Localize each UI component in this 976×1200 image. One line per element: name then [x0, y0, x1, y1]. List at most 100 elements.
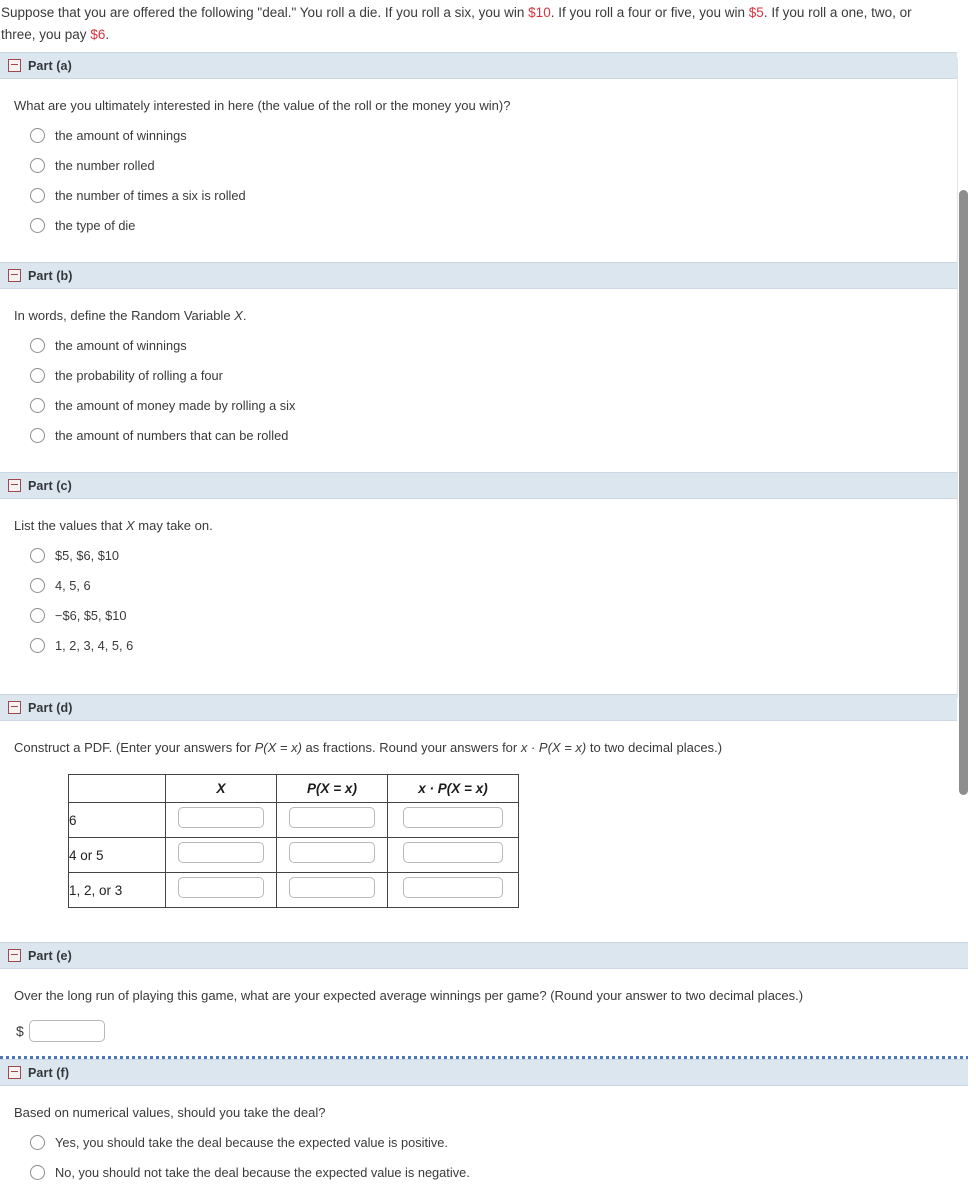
radio-option[interactable]: the amount of winnings [30, 120, 976, 150]
radio-icon[interactable] [30, 427, 45, 443]
part-c-body: List the values that X may take on. $5, … [0, 499, 976, 694]
radio-icon[interactable] [30, 607, 45, 623]
part-f-body: Based on numerical values, should you ta… [0, 1086, 976, 1187]
part-b-options: the amount of winnings the probability o… [14, 330, 976, 450]
radio-icon[interactable] [30, 547, 45, 563]
radio-option[interactable]: 1, 2, 3, 4, 5, 6 [30, 630, 976, 660]
part-c-label: Part (c) [28, 478, 72, 493]
x-input[interactable] [178, 842, 264, 863]
part-a-label: Part (a) [28, 58, 72, 73]
row-label: 6 [68, 802, 166, 838]
radio-icon[interactable] [30, 157, 45, 173]
part-b-question-post: . [242, 308, 247, 323]
cell-pxx [276, 837, 388, 873]
problem-statement: Suppose that you are offered the followi… [0, 0, 955, 52]
xpxx-input[interactable] [403, 842, 503, 863]
option-label: No, you should not take the deal because… [55, 1164, 470, 1180]
option-label: Yes, you should take the deal because th… [55, 1134, 448, 1150]
radio-icon[interactable] [30, 1164, 45, 1180]
pdf-table: X P(X = x) x · P(X = x) 6 4 or 5 1, 2, o… [68, 774, 519, 908]
cell-xpxx [387, 837, 519, 873]
part-b-body: In words, define the Random Variable X. … [0, 289, 976, 472]
intro-amount-pay: $6 [90, 27, 106, 42]
radio-option[interactable]: the amount of money made by rolling a si… [30, 390, 976, 420]
radio-icon[interactable] [30, 367, 45, 383]
cell-pxx [276, 872, 388, 908]
option-label: the type of die [55, 217, 136, 233]
expected-value-input[interactable] [28, 1020, 105, 1042]
table-row: 4 or 5 [68, 837, 519, 873]
x-input[interactable] [178, 877, 264, 898]
part-c-header[interactable]: Part (c) [0, 472, 957, 499]
xpxx-input[interactable] [403, 877, 503, 898]
xpxx-input[interactable] [403, 807, 503, 828]
minus-box-icon[interactable] [8, 701, 21, 714]
radio-option[interactable]: the number rolled [30, 150, 976, 180]
minus-box-icon[interactable] [8, 949, 21, 962]
radio-option[interactable]: the amount of winnings [30, 330, 976, 360]
radio-option[interactable]: the number of times a six is rolled [30, 180, 976, 210]
table-row: 1, 2, or 3 [68, 872, 519, 908]
part-f-header[interactable]: Part (f) [0, 1059, 968, 1086]
pxx-input[interactable] [289, 842, 375, 863]
part-f-question: Based on numerical values, should you ta… [14, 1105, 326, 1120]
intro-amount-win-four-five: $5 [748, 5, 764, 20]
content-right-edge [957, 58, 958, 698]
xpxx-symbol: x · P(X = x) [520, 740, 587, 755]
x-input[interactable] [178, 807, 264, 828]
expected-value-row: $ [14, 1010, 976, 1042]
radio-option[interactable]: the type of die [30, 210, 976, 240]
part-c-question-post: may take on. [134, 518, 213, 533]
part-d-question: Construct a PDF. (Enter your answers for… [14, 739, 976, 757]
radio-icon[interactable] [30, 397, 45, 413]
part-d-header[interactable]: Part (d) [0, 694, 957, 721]
radio-icon[interactable] [30, 337, 45, 353]
option-label: the amount of numbers that can be rolled [55, 427, 289, 443]
currency-symbol: $ [16, 1023, 24, 1039]
intro-text-1: Suppose that you are offered the followi… [1, 5, 529, 20]
minus-box-icon[interactable] [8, 59, 21, 72]
part-f-label: Part (f) [28, 1065, 70, 1080]
radio-icon[interactable] [30, 637, 45, 653]
radio-icon[interactable] [30, 187, 45, 203]
scrollbar-thumb[interactable] [959, 190, 968, 795]
part-c-question-pre: List the values that [14, 518, 127, 533]
random-variable-symbol: X [234, 308, 243, 323]
radio-option[interactable]: Yes, you should take the deal because th… [30, 1127, 976, 1157]
radio-icon[interactable] [30, 127, 45, 143]
radio-option[interactable]: 4, 5, 6 [30, 570, 976, 600]
part-c-question: List the values that X may take on. [14, 517, 976, 535]
pxx-symbol: P(X = x) [254, 740, 302, 755]
row-label: 1, 2, or 3 [68, 872, 166, 908]
intro-text-4: . [105, 27, 110, 42]
cell-x [165, 872, 277, 908]
minus-box-icon[interactable] [8, 269, 21, 282]
radio-icon[interactable] [30, 1134, 45, 1150]
table-header-row: X P(X = x) x · P(X = x) [68, 774, 519, 803]
part-b-header[interactable]: Part (b) [0, 262, 957, 289]
intro-text-2: . If you roll a four or five, you win [550, 5, 749, 20]
pxx-input[interactable] [289, 807, 375, 828]
radio-icon[interactable] [30, 577, 45, 593]
minus-box-icon[interactable] [8, 1066, 21, 1079]
pxx-input[interactable] [289, 877, 375, 898]
radio-icon[interactable] [30, 217, 45, 233]
part-d-question-2: as fractions. Round your answers for [301, 740, 521, 755]
part-d-question-1: Construct a PDF. (Enter your answers for [14, 740, 255, 755]
column-header-x: X [165, 774, 277, 803]
minus-box-icon[interactable] [8, 479, 21, 492]
radio-option[interactable]: $5, $6, $10 [30, 540, 976, 570]
scrollbar-track[interactable] [959, 90, 973, 795]
part-d-question-3: to two decimal places.) [586, 740, 723, 755]
part-a-options: the amount of winnings the number rolled… [14, 120, 976, 240]
radio-option[interactable]: the amount of numbers that can be rolled [30, 420, 976, 450]
part-e-question: Over the long run of playing this game, … [14, 988, 804, 1003]
radio-option[interactable]: No, you should not take the deal because… [30, 1157, 976, 1187]
part-e-header[interactable]: Part (e) [0, 942, 968, 969]
part-a-header[interactable]: Part (a) [0, 52, 957, 79]
radio-option[interactable]: −$6, $5, $10 [30, 600, 976, 630]
option-label: the amount of winnings [55, 127, 187, 143]
random-variable-symbol: X [126, 518, 135, 533]
radio-option[interactable]: the probability of rolling a four [30, 360, 976, 390]
part-f-options: Yes, you should take the deal because th… [14, 1127, 976, 1187]
